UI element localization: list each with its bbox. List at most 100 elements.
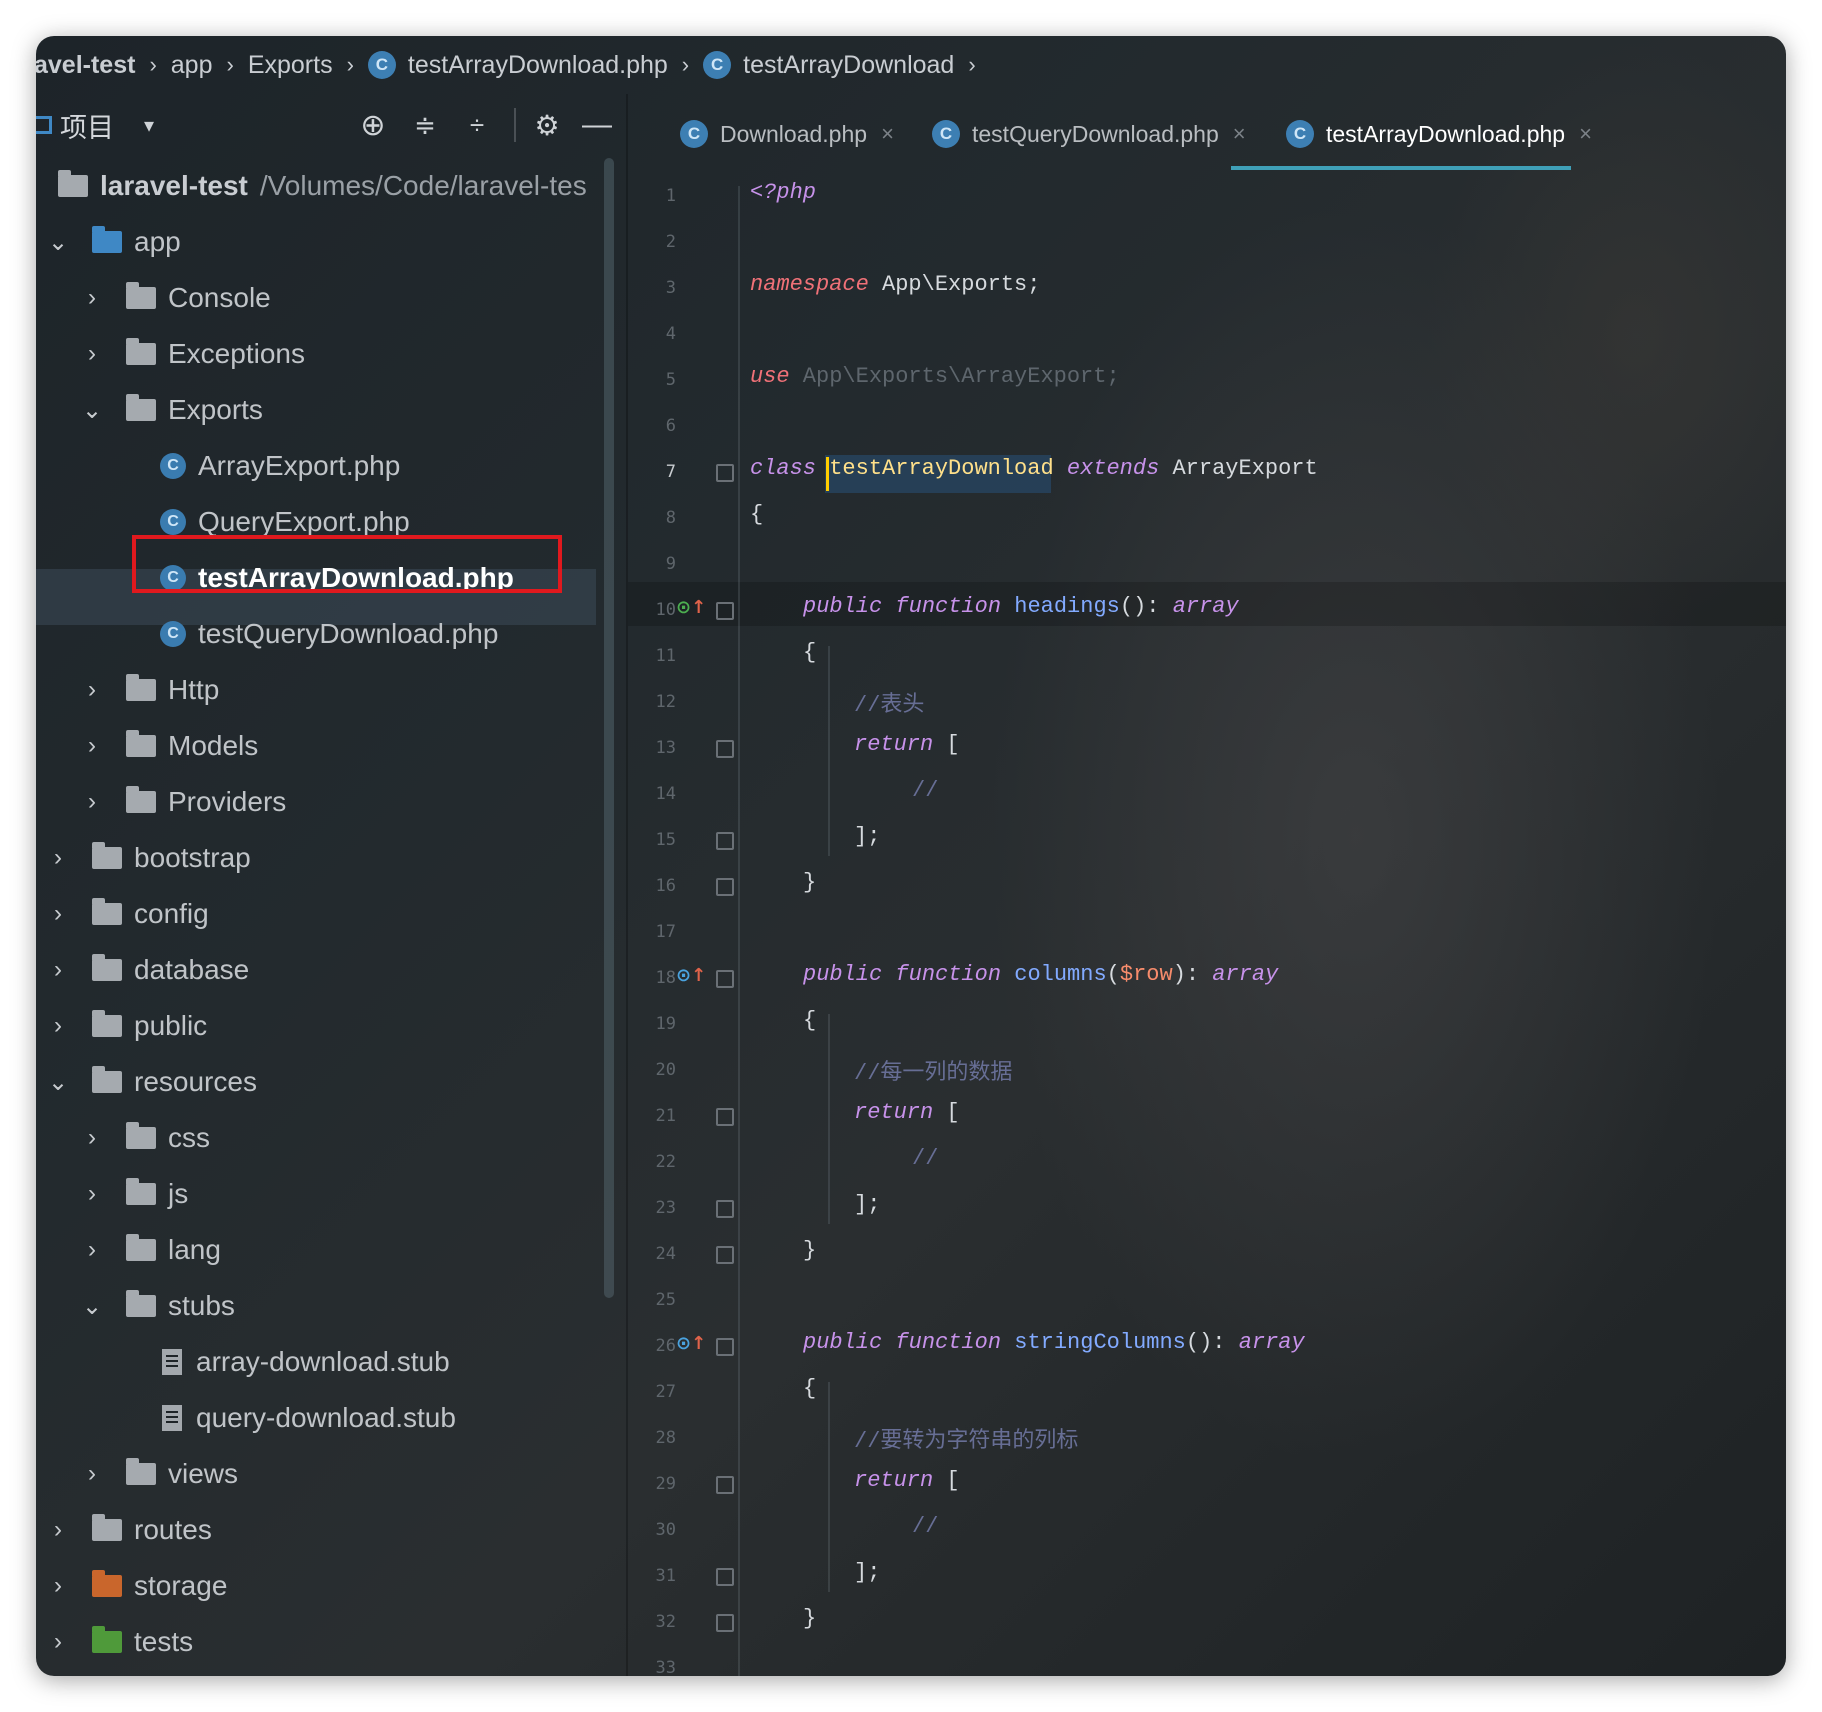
minimize-icon[interactable]: —	[580, 108, 614, 142]
chevron-right-icon[interactable]: ›	[80, 1124, 104, 1152]
fold-marker-icon[interactable]	[716, 1200, 734, 1218]
tree-item-config[interactable]: › config	[36, 886, 626, 942]
collapse-all-icon[interactable]: ÷	[460, 108, 494, 142]
tree-item-exceptions[interactable]: › Exceptions	[36, 326, 626, 382]
close-icon[interactable]: ×	[1579, 121, 1592, 147]
chevron-down-icon[interactable]: ⌄	[46, 228, 70, 257]
fold-marker-icon[interactable]	[716, 740, 734, 758]
active-tab-indicator	[1231, 166, 1571, 170]
chevron-right-icon[interactable]: ›	[80, 1236, 104, 1264]
fold-marker-icon[interactable]	[716, 832, 734, 850]
tree-item-lang[interactable]: › lang	[36, 1222, 626, 1278]
folder-icon	[58, 170, 88, 197]
fold-marker-icon[interactable]	[716, 1246, 734, 1264]
fold-marker-icon[interactable]	[716, 1108, 734, 1126]
fold-marker-icon[interactable]	[716, 878, 734, 896]
code-token: App\Exports\ArrayExport;	[789, 364, 1120, 389]
indent-guide	[828, 1382, 830, 1592]
tree-item-models[interactable]: › Models	[36, 718, 626, 774]
chevron-down-icon[interactable]: ▾	[144, 113, 154, 138]
tree-item-console[interactable]: › Console	[36, 270, 626, 326]
chevron-down-icon[interactable]: ⌄	[80, 1292, 104, 1321]
project-panel-title[interactable]: 项目	[60, 106, 114, 145]
tree-item-resources[interactable]: ⌄ resources	[36, 1054, 626, 1110]
tree-item-stubs[interactable]: ⌄ stubs	[36, 1278, 626, 1334]
chevron-right-icon[interactable]: ›	[80, 732, 104, 760]
implements-method-icon[interactable]: ⊙↑	[676, 597, 706, 618]
fold-marker-icon[interactable]	[716, 970, 734, 988]
fold-marker-icon[interactable]	[716, 1614, 734, 1632]
tree-item-query-download-stub[interactable]: query-download.stub	[36, 1390, 626, 1446]
code-line: namespace App\Exports;	[750, 272, 1040, 297]
fold-marker-icon[interactable]	[716, 602, 734, 620]
chevron-right-icon[interactable]: ›	[46, 1572, 70, 1600]
chevron-right-icon: ›	[226, 52, 234, 77]
tree-root[interactable]: laravel-test /Volumes/Code/laravel-tes	[36, 158, 626, 214]
tree-item-arrayexport[interactable]: C ArrayExport.php	[36, 438, 626, 494]
close-icon[interactable]: ×	[1233, 121, 1246, 147]
folder-icon	[126, 338, 156, 365]
breadcrumb-item-exports[interactable]: Exports	[248, 51, 333, 80]
tab-testquerydownload[interactable]: C testQueryDownload.php ×	[932, 94, 1246, 174]
tree-item-exports[interactable]: ⌄ Exports	[36, 382, 626, 438]
tree-item-tests[interactable]: › tests	[36, 1614, 626, 1670]
tree-item-label: array-download.stub	[196, 1346, 450, 1377]
tree-item-app[interactable]: ⌄ app	[36, 214, 626, 270]
chevron-right-icon[interactable]: ›	[80, 676, 104, 704]
breadcrumb-item-file[interactable]: CtestArrayDownload.php	[367, 51, 668, 80]
breadcrumb-item-app[interactable]: app	[171, 51, 213, 80]
close-icon[interactable]: ×	[881, 121, 894, 147]
expand-all-icon[interactable]: ≑	[408, 108, 442, 142]
code-editor[interactable]: 1 2 3 4 5 6 7 8 9 10 11 12 13 14 15 16 17 18 19 20 21 22 23 24 2…	[628, 174, 1786, 1676]
chevron-right-icon[interactable]: ›	[46, 956, 70, 984]
text-caret	[826, 457, 829, 491]
tree-item-routes[interactable]: › routes	[36, 1502, 626, 1558]
tab-testarraydownload[interactable]: C testArrayDownload.php ×	[1286, 94, 1592, 174]
tree-item-public[interactable]: › public	[36, 998, 626, 1054]
tree-item-http[interactable]: › Http	[36, 662, 626, 718]
chevron-right-icon[interactable]: ›	[80, 340, 104, 368]
code-token: public	[803, 962, 883, 987]
chevron-right-icon[interactable]: ›	[80, 1180, 104, 1208]
tree-item-label: stubs	[168, 1290, 235, 1321]
tree-item-array-download-stub[interactable]: array-download.stub	[36, 1334, 626, 1390]
chevron-right-icon[interactable]: ›	[46, 1012, 70, 1040]
tree-item-label: query-download.stub	[196, 1402, 456, 1433]
chevron-right-icon[interactable]: ›	[80, 284, 104, 312]
fold-marker-icon[interactable]	[716, 1338, 734, 1356]
code-line: ];	[854, 1192, 880, 1217]
tree-item-views[interactable]: › views	[36, 1446, 626, 1502]
chevron-right-icon[interactable]: ›	[46, 900, 70, 928]
gear-icon[interactable]: ⚙	[530, 108, 564, 142]
implements-method-icon[interactable]: ⊙↑	[676, 1333, 706, 1354]
fold-marker-icon[interactable]	[716, 1476, 734, 1494]
tab-download[interactable]: C Download.php ×	[680, 94, 894, 174]
chevron-right-icon[interactable]: ›	[46, 1628, 70, 1656]
tree-scrollbar[interactable]	[604, 158, 614, 1298]
chevron-down-icon[interactable]: ⌄	[80, 396, 104, 425]
editor-tabs: C Download.php × C testQueryDownload.php…	[628, 94, 1786, 174]
tree-item-providers[interactable]: › Providers	[36, 774, 626, 830]
tree-item-bootstrap[interactable]: › bootstrap	[36, 830, 626, 886]
tree-item-js[interactable]: › js	[36, 1166, 626, 1222]
line-number: 9	[665, 554, 676, 574]
chevron-right-icon[interactable]: ›	[46, 844, 70, 872]
chevron-right-icon[interactable]: ›	[80, 1460, 104, 1488]
tree-item-storage[interactable]: › storage	[36, 1558, 626, 1614]
implements-method-icon[interactable]: ⊙↑	[676, 965, 706, 986]
locate-icon[interactable]: ⊕	[356, 108, 390, 142]
code-token: ];	[854, 1560, 881, 1585]
breadcrumb-item-class[interactable]: CtestArrayDownload	[703, 51, 954, 80]
chevron-down-icon[interactable]: ⌄	[46, 1068, 70, 1097]
tree-item-database[interactable]: › database	[36, 942, 626, 998]
fold-marker-icon[interactable]	[716, 1568, 734, 1586]
line-number: 15	[655, 830, 676, 850]
tree-item-css[interactable]: › css	[36, 1110, 626, 1166]
tree-item-testquerydownload[interactable]: C testQueryDownload.php	[36, 606, 626, 662]
chevron-right-icon[interactable]: ›	[80, 788, 104, 816]
chevron-right-icon[interactable]: ›	[46, 1516, 70, 1544]
breadcrumb-item-project[interactable]: avel-test	[36, 51, 135, 80]
tree-root-path: /Volumes/Code/laravel-tes	[259, 170, 587, 201]
fold-marker-icon[interactable]	[716, 464, 734, 482]
